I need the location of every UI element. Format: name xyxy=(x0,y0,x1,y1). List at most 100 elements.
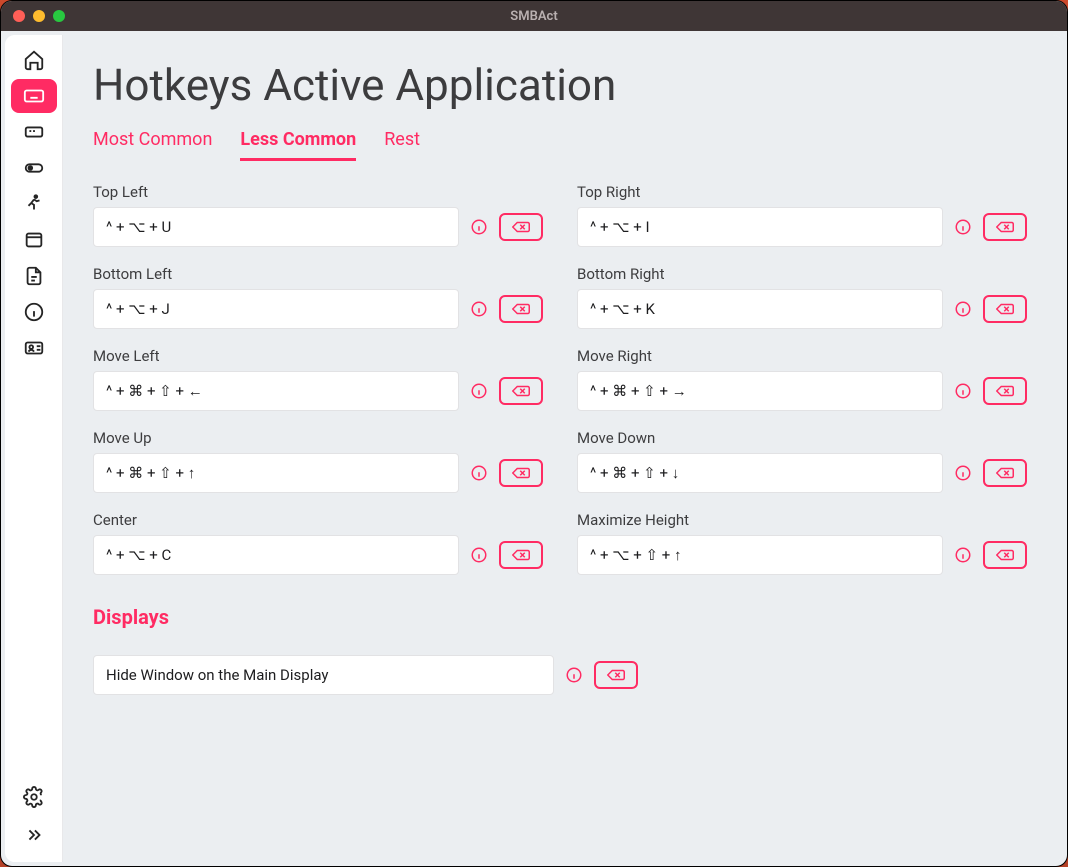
titlebar: SMBAct xyxy=(1,1,1067,31)
page-title: Hotkeys Active Application xyxy=(93,59,1027,111)
info-circle-icon xyxy=(954,464,972,482)
backspace-icon xyxy=(512,548,530,562)
clear-button[interactable] xyxy=(983,377,1027,405)
field-label: Center xyxy=(93,511,543,529)
info-circle-icon xyxy=(470,546,488,564)
info-circle-icon xyxy=(470,382,488,400)
field-label: Move Left xyxy=(93,347,543,365)
info-circle-icon xyxy=(470,464,488,482)
info-circle-icon xyxy=(954,546,972,564)
hotkey-input-maximize-height[interactable]: ^ + ⌥ + ⇧ + ↑ xyxy=(577,535,943,575)
sidebar-item-keyboard[interactable] xyxy=(11,79,57,113)
info-button[interactable] xyxy=(469,381,489,401)
info-icon xyxy=(23,301,45,323)
field-move-right: Move Right ^ + ⌘ + ⇧ + → xyxy=(577,347,1027,411)
sidebar-item-id-card[interactable] xyxy=(11,331,57,365)
field-label: Bottom Right xyxy=(577,265,1027,283)
info-button[interactable] xyxy=(953,217,973,237)
field-bottom-left: Bottom Left ^ + ⌥ + J xyxy=(93,265,543,329)
sidebar-item-toggle[interactable] xyxy=(11,151,57,185)
backspace-icon xyxy=(996,302,1014,316)
hotkey-input-top-right[interactable]: ^ + ⌥ + I xyxy=(577,207,943,247)
traffic-lights xyxy=(13,10,65,22)
tab-less-common[interactable]: Less Common xyxy=(240,129,356,161)
sidebar-item-info[interactable] xyxy=(11,295,57,329)
zoom-window-button[interactable] xyxy=(53,10,65,22)
gear-icon xyxy=(23,786,45,808)
clear-button[interactable] xyxy=(594,661,638,689)
backspace-icon xyxy=(996,548,1014,562)
field-hide-window: Hide Window on the Main Display xyxy=(93,655,638,695)
field-label: Top Left xyxy=(93,183,543,201)
backspace-icon xyxy=(996,384,1014,398)
clear-button[interactable] xyxy=(499,213,543,241)
backspace-icon xyxy=(512,466,530,480)
clear-button[interactable] xyxy=(983,541,1027,569)
info-button[interactable] xyxy=(469,545,489,565)
file-icon xyxy=(23,265,45,287)
clear-button[interactable] xyxy=(983,459,1027,487)
clear-button[interactable] xyxy=(499,295,543,323)
tab-rest[interactable]: Rest xyxy=(384,129,420,161)
field-label: Bottom Left xyxy=(93,265,543,283)
hotkey-input-move-right[interactable]: ^ + ⌘ + ⇧ + → xyxy=(577,371,943,411)
hotkey-input-bottom-left[interactable]: ^ + ⌥ + J xyxy=(93,289,459,329)
hotkey-input-hide-window[interactable]: Hide Window on the Main Display xyxy=(93,655,554,695)
field-label: Move Up xyxy=(93,429,543,447)
sidebar-item-running[interactable] xyxy=(11,187,57,221)
hotkey-input-move-up[interactable]: ^ + ⌘ + ⇧ + ↑ xyxy=(93,453,459,493)
field-label: Move Right xyxy=(577,347,1027,365)
close-window-button[interactable] xyxy=(13,10,25,22)
clear-button[interactable] xyxy=(499,541,543,569)
sidebar-item-rename[interactable] xyxy=(11,115,57,149)
hotkey-input-top-left[interactable]: ^ + ⌥ + U xyxy=(93,207,459,247)
tabs: Most Common Less Common Rest xyxy=(93,129,1027,161)
chevrons-right-icon xyxy=(23,824,45,846)
hotkey-input-move-down[interactable]: ^ + ⌘ + ⇧ + ↓ xyxy=(577,453,943,493)
backspace-icon xyxy=(996,466,1014,480)
info-circle-icon xyxy=(954,382,972,400)
info-button[interactable] xyxy=(953,381,973,401)
info-button[interactable] xyxy=(469,299,489,319)
info-button[interactable] xyxy=(469,217,489,237)
app-body: Hotkeys Active Application Most Common L… xyxy=(5,35,1063,862)
info-button[interactable] xyxy=(469,463,489,483)
backspace-icon xyxy=(512,220,530,234)
field-top-left: Top Left ^ + ⌥ + U xyxy=(93,183,543,247)
info-button[interactable] xyxy=(953,463,973,483)
minimize-window-button[interactable] xyxy=(33,10,45,22)
info-circle-icon xyxy=(470,218,488,236)
hotkey-input-move-left[interactable]: ^ + ⌘ + ⇧ + ← xyxy=(93,371,459,411)
info-button[interactable] xyxy=(953,545,973,565)
sidebar xyxy=(5,35,63,862)
home-icon xyxy=(23,49,45,71)
backspace-icon xyxy=(512,302,530,316)
field-top-right: Top Right ^ + ⌥ + I xyxy=(577,183,1027,247)
hotkey-input-bottom-right[interactable]: ^ + ⌥ + K xyxy=(577,289,943,329)
clear-button[interactable] xyxy=(983,213,1027,241)
sidebar-settings[interactable] xyxy=(11,780,57,814)
sidebar-collapse[interactable] xyxy=(11,818,57,852)
hotkey-grid: Top Left ^ + ⌥ + U Top Right xyxy=(93,183,1027,575)
info-button[interactable] xyxy=(953,299,973,319)
running-icon xyxy=(23,193,45,215)
field-label: Move Down xyxy=(577,429,1027,447)
hotkey-input-center[interactable]: ^ + ⌥ + C xyxy=(93,535,459,575)
window-title: SMBAct xyxy=(1,9,1067,24)
field-move-up: Move Up ^ + ⌘ + ⇧ + ↑ xyxy=(93,429,543,493)
field-move-down: Move Down ^ + ⌘ + ⇧ + ↓ xyxy=(577,429,1027,493)
info-button[interactable] xyxy=(564,665,584,685)
clear-button[interactable] xyxy=(499,459,543,487)
backspace-icon xyxy=(512,384,530,398)
sidebar-item-window[interactable] xyxy=(11,223,57,257)
clear-button[interactable] xyxy=(983,295,1027,323)
sidebar-item-file[interactable] xyxy=(11,259,57,293)
backspace-icon xyxy=(996,220,1014,234)
toggle-icon xyxy=(23,157,45,179)
sidebar-item-home[interactable] xyxy=(11,43,57,77)
field-maximize-height: Maximize Height ^ + ⌥ + ⇧ + ↑ xyxy=(577,511,1027,575)
clear-button[interactable] xyxy=(499,377,543,405)
backspace-icon xyxy=(607,668,625,682)
info-circle-icon xyxy=(954,218,972,236)
tab-most-common[interactable]: Most Common xyxy=(93,129,212,161)
